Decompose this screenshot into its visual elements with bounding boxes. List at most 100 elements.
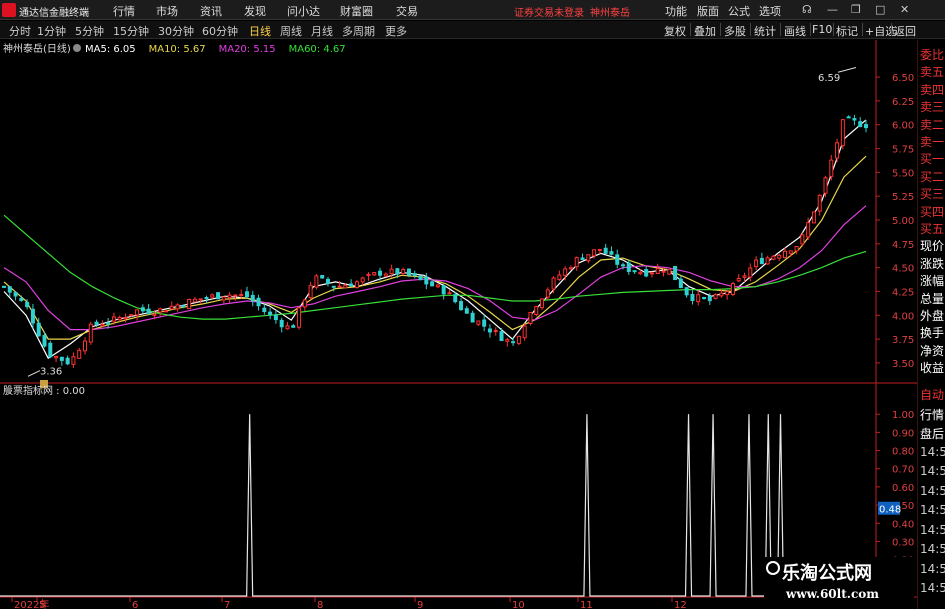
toolbar-draw-button[interactable]: 画线 bbox=[784, 23, 806, 39]
side-panel-item[interactable]: 14:50 bbox=[920, 464, 945, 478]
toolbar-back-button[interactable]: 返回 bbox=[894, 23, 916, 39]
candle-body bbox=[291, 325, 296, 328]
side-panel-item[interactable]: 总量 bbox=[920, 290, 944, 307]
toolbar-mark-button[interactable]: 标记 bbox=[836, 23, 858, 39]
candle-body bbox=[175, 304, 180, 310]
candle-body bbox=[811, 211, 816, 224]
side-panel-item[interactable]: 行情 bbox=[920, 406, 944, 423]
side-panel-item[interactable]: 净资 bbox=[920, 342, 944, 359]
candle-body bbox=[516, 335, 521, 344]
candle-body bbox=[447, 292, 452, 295]
side-panel-item[interactable]: 换手 bbox=[920, 324, 944, 341]
menu-options[interactable]: 选项 bbox=[759, 3, 781, 19]
side-panel-item[interactable]: 盘后 bbox=[920, 425, 944, 442]
candle-body bbox=[632, 270, 637, 273]
period-daily[interactable]: 日线 bbox=[249, 23, 271, 39]
restore-icon[interactable]: ❐ bbox=[851, 3, 861, 16]
kline-chart-area[interactable]: 神州泰岳(日线) MA5: 6.05 MA10: 5.67 MA20: 5.15 MA6… bbox=[0, 40, 917, 609]
toolbar-f10-button[interactable]: F10 bbox=[812, 23, 832, 36]
candle-body bbox=[430, 281, 435, 287]
side-panel-item[interactable]: 卖三 bbox=[920, 98, 944, 115]
candle-body bbox=[325, 278, 330, 285]
candle-body bbox=[135, 309, 140, 316]
side-panel-item[interactable]: 买二 bbox=[920, 168, 944, 185]
period-30min[interactable]: 30分钟 bbox=[158, 23, 194, 39]
period-multi[interactable]: 多周期 bbox=[342, 23, 375, 39]
period-weekly[interactable]: 周线 bbox=[280, 23, 302, 39]
candle-body bbox=[736, 277, 741, 282]
toolbar-stats-button[interactable]: 统计 bbox=[754, 23, 776, 39]
candle-body bbox=[557, 274, 562, 280]
side-panel-item[interactable]: 涨跌 bbox=[920, 255, 944, 272]
menu-layout[interactable]: 版面 bbox=[697, 3, 719, 19]
side-panel-item[interactable]: 14:50 bbox=[920, 581, 945, 595]
side-panel-item[interactable]: 现价 bbox=[920, 237, 944, 254]
low-price-label: 3.36 bbox=[40, 367, 62, 378]
trade-login-notice[interactable]: 证券交易未登录 bbox=[514, 4, 584, 19]
maximize-icon[interactable]: □ bbox=[875, 3, 885, 16]
candle-body bbox=[279, 319, 284, 328]
side-panel-item[interactable]: 买四 bbox=[920, 203, 944, 220]
side-panel-item[interactable]: 卖五 bbox=[920, 63, 944, 80]
high-price-label: 6.59 bbox=[818, 73, 840, 84]
period-intraday[interactable]: 分时 bbox=[9, 23, 31, 39]
indicator-tick-label: 0.70 bbox=[892, 465, 914, 476]
menu-markets[interactable]: 市场 bbox=[156, 3, 178, 19]
candle-body bbox=[719, 292, 724, 297]
side-panel-item[interactable]: 自动 bbox=[920, 386, 944, 403]
candle-body bbox=[424, 276, 429, 285]
period-5min[interactable]: 5分钟 bbox=[75, 23, 104, 39]
side-panel-item[interactable]: 14:50 bbox=[920, 503, 945, 517]
candle-body bbox=[707, 295, 712, 302]
side-panel-item[interactable]: 涨幅 bbox=[920, 272, 944, 289]
side-panel-item[interactable]: 委比 bbox=[920, 46, 944, 63]
candle-body bbox=[343, 284, 348, 289]
side-panel-item[interactable]: 外盘 bbox=[920, 307, 944, 324]
candle-body bbox=[702, 297, 707, 300]
toolbar-adjust-button[interactable]: 复权 bbox=[664, 23, 686, 39]
menu-discover[interactable]: 发现 bbox=[244, 3, 266, 19]
menu-ask-xiaoda[interactable]: 问小达 bbox=[287, 3, 320, 19]
side-panel-item[interactable]: 买五 bbox=[920, 220, 944, 237]
menu-wealth-circle[interactable]: 财富圈 bbox=[340, 3, 373, 19]
side-panel-item[interactable]: 卖四 bbox=[920, 81, 944, 98]
candle-body bbox=[534, 306, 539, 315]
candle-body bbox=[621, 264, 626, 267]
price-tick-label: 3.50 bbox=[892, 359, 914, 370]
side-panel-item[interactable]: 14:50 bbox=[920, 562, 945, 576]
side-panel-item[interactable]: 14:50 bbox=[920, 445, 945, 459]
toolbar-multistock-button[interactable]: 多股 bbox=[724, 23, 746, 39]
period-monthly[interactable]: 月线 bbox=[311, 23, 333, 39]
toolbar-overlay-button[interactable]: 叠加 bbox=[694, 23, 716, 39]
menu-trade[interactable]: 交易 bbox=[396, 3, 418, 19]
ma-legend-0: MA5: 6.05 bbox=[85, 44, 136, 55]
side-panel-item[interactable]: 14:50 bbox=[920, 542, 945, 556]
candle-body bbox=[7, 286, 12, 293]
side-panel-item[interactable]: 卖一 bbox=[920, 133, 944, 150]
period-1min[interactable]: 1分钟 bbox=[37, 23, 66, 39]
candle-body bbox=[609, 251, 614, 255]
period-60min[interactable]: 60分钟 bbox=[202, 23, 238, 39]
menu-formula[interactable]: 公式 bbox=[728, 3, 750, 19]
price-tick-label: 4.25 bbox=[892, 287, 914, 298]
side-panel-item[interactable]: 收益 bbox=[920, 359, 944, 376]
time-tick-label: 12 bbox=[674, 600, 687, 609]
side-panel-item[interactable]: 买三 bbox=[920, 185, 944, 202]
candle-body bbox=[244, 291, 249, 298]
period-15min[interactable]: 15分钟 bbox=[113, 23, 149, 39]
time-tick-label: 9 bbox=[417, 600, 423, 609]
side-panel-item[interactable]: 卖二 bbox=[920, 116, 944, 133]
candle-body bbox=[667, 268, 672, 275]
side-panel-item[interactable]: 买一 bbox=[920, 150, 944, 167]
period-more[interactable]: 更多 bbox=[385, 23, 407, 39]
candle-body bbox=[314, 275, 319, 288]
side-panel-item[interactable]: 14:50 bbox=[920, 484, 945, 498]
menu-market[interactable]: 行情 bbox=[113, 3, 135, 19]
headset-icon[interactable]: ☊ bbox=[802, 3, 812, 16]
side-panel-item[interactable]: 14:50 bbox=[920, 523, 945, 537]
menu-news[interactable]: 资讯 bbox=[200, 3, 222, 19]
menu-function[interactable]: 功能 bbox=[665, 3, 687, 19]
close-icon[interactable]: ✕ bbox=[900, 3, 909, 16]
minimize-icon[interactable]: — bbox=[827, 3, 838, 16]
candle-body bbox=[678, 278, 683, 289]
